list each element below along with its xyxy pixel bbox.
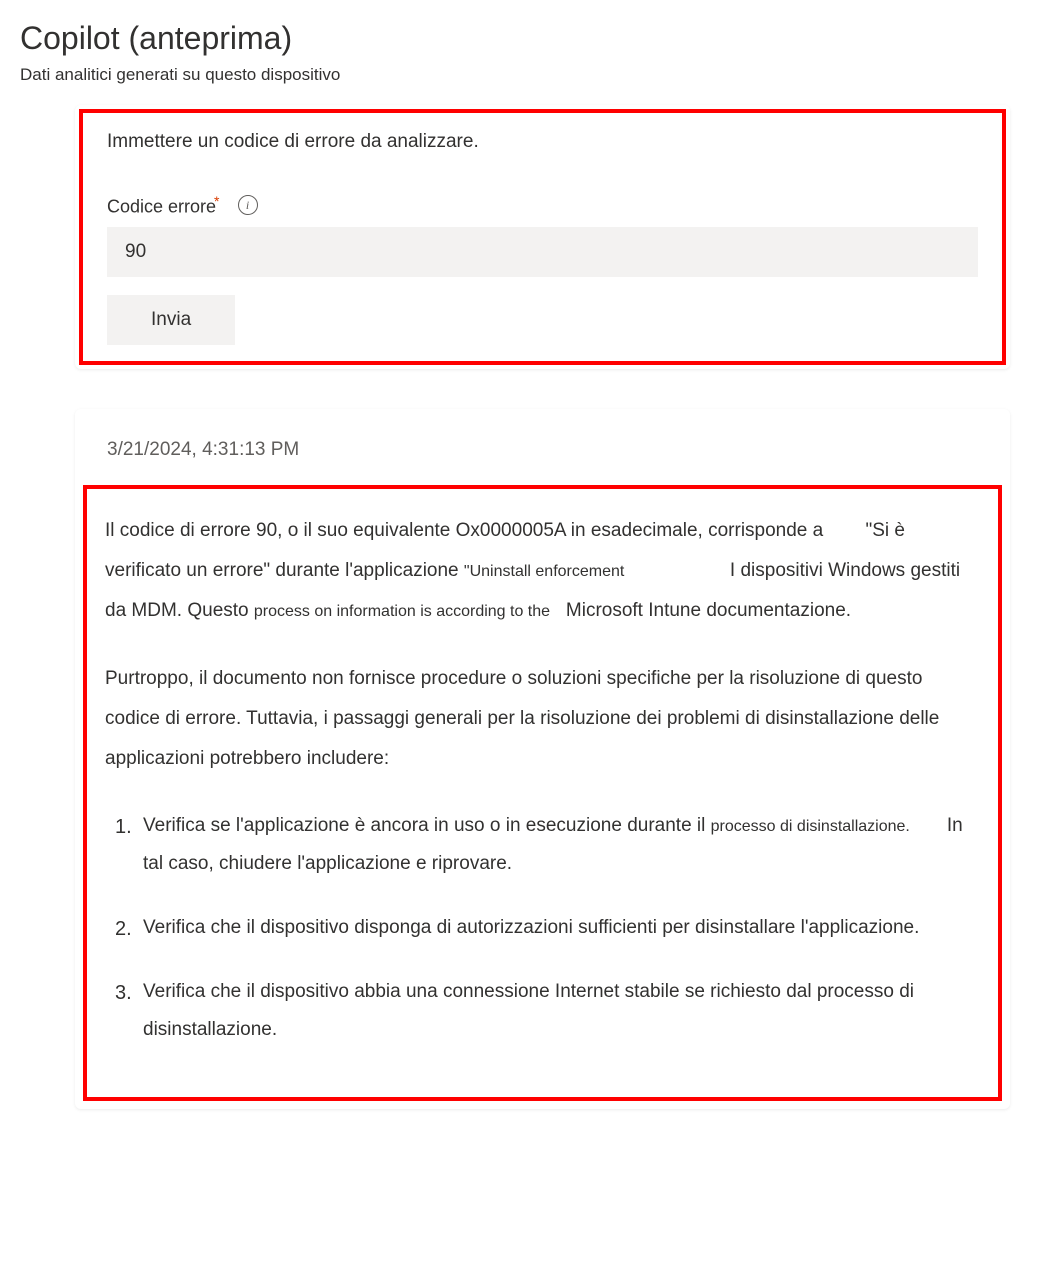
- li1-text: Verifica se l'applicazione è ancora in u…: [143, 815, 711, 836]
- page-title: Copilot (anteprima): [20, 20, 1020, 57]
- result-steps-list: Verifica se l'applicazione è ancora in u…: [105, 807, 980, 1049]
- p1-text: Microsoft Intune documentazione.: [566, 600, 851, 621]
- error-code-label: Codice errore: [107, 196, 216, 216]
- page-subtitle: Dati analitici generati su questo dispos…: [20, 65, 1020, 85]
- submit-button[interactable]: Invia: [107, 295, 235, 345]
- p1-text: process on information is according to t…: [254, 603, 550, 620]
- required-asterisk: *: [214, 193, 219, 209]
- input-card-highlight: Immettere un codice di errore da analizz…: [79, 109, 1006, 365]
- list-item: Verifica se l'applicazione è ancora in u…: [143, 807, 980, 883]
- error-code-input[interactable]: [107, 227, 978, 277]
- list-item: Verifica che il dispositivo abbia una co…: [143, 973, 980, 1049]
- p1-text: Il codice di errore 90, o il suo equival…: [105, 520, 829, 541]
- result-text: Il codice di errore 90, o il suo equival…: [105, 511, 980, 1048]
- p1-text: "Uninstall enforcement: [464, 563, 624, 580]
- input-card: Immettere un codice di errore da analizz…: [75, 105, 1010, 369]
- instruction-text: Immettere un codice di errore da analizz…: [107, 131, 978, 153]
- result-content-highlight: Il codice di errore 90, o il suo equival…: [83, 485, 1002, 1100]
- list-item: Verifica che il dispositivo disponga di …: [143, 909, 980, 947]
- result-timestamp: 3/21/2024, 4:31:13 PM: [107, 439, 1002, 461]
- result-paragraph-2: Purtroppo, il documento non fornisce pro…: [105, 659, 980, 779]
- result-paragraph-1: Il codice di errore 90, o il suo equival…: [105, 511, 980, 631]
- field-label-row: Codice errore* i: [107, 193, 978, 217]
- li1-text: processo di disinstallazione.: [711, 818, 910, 835]
- info-icon[interactable]: i: [238, 195, 258, 215]
- result-card: 3/21/2024, 4:31:13 PM Il codice di error…: [75, 409, 1010, 1108]
